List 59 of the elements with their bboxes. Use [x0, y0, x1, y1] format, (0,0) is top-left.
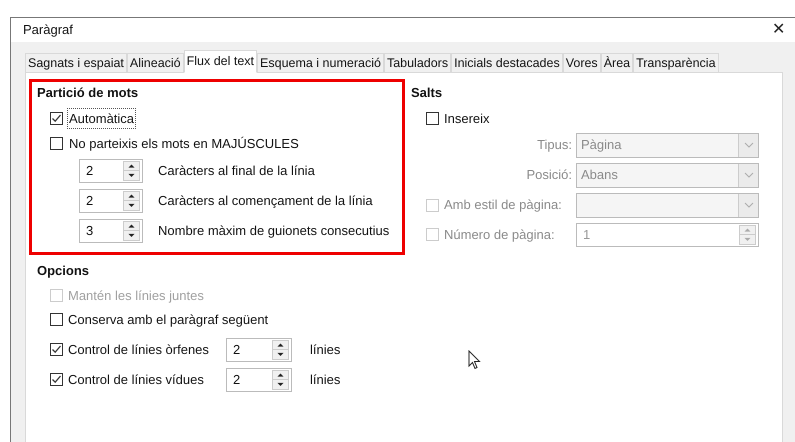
checkbox[interactable]: [50, 112, 63, 125]
tab[interactable]: Alineació: [126, 53, 184, 73]
field-label: Nombre màxim de guionets consecutius: [158, 222, 390, 240]
field-label: Tipus:: [537, 136, 572, 154]
number-field[interactable]: 2: [79, 188, 143, 212]
down-arrow-icon: [740, 234, 755, 244]
checkbox-label: Mantén les línies juntes: [68, 286, 204, 305]
section-heading: Partició de mots: [37, 84, 140, 102]
unit-label: línies: [310, 340, 340, 359]
checkbox-label: Control de línies vídues: [68, 370, 204, 389]
checkbox-label: Insereix: [444, 110, 490, 128]
tab[interactable]: Inicials destacades: [451, 53, 563, 73]
number-field[interactable]: 2: [226, 338, 292, 362]
tab[interactable]: Flux del text: [184, 50, 258, 73]
check-icon: [51, 113, 62, 124]
tab[interactable]: Vores: [562, 53, 601, 73]
number-field[interactable]: 2: [79, 158, 143, 182]
mouse-cursor-icon: [468, 350, 481, 370]
field-label: Posició:: [526, 166, 572, 184]
field-label: Caràcters al començament de la línia: [158, 192, 373, 210]
field-label: Caràcters al final de la línia: [158, 162, 315, 180]
close-button[interactable]: ✕: [772, 18, 785, 42]
spin-buttons[interactable]: [123, 190, 140, 210]
window-title: Paràgraf: [23, 21, 73, 40]
section-heading: Opcions: [37, 262, 90, 280]
tab[interactable]: Sagnats i espaiat: [25, 53, 127, 73]
down-arrow-icon: [124, 230, 139, 240]
spin-buttons[interactable]: [123, 160, 140, 180]
checkbox[interactable]: [426, 112, 439, 125]
checkbox[interactable]: [50, 343, 63, 356]
spin-buttons[interactable]: [123, 220, 140, 240]
tab[interactable]: Tabuladors: [384, 53, 452, 73]
checkbox-label: Amb estil de pàgina:: [444, 196, 562, 214]
number-field[interactable]: 2: [226, 368, 292, 392]
checkbox-label: No parteixis els mots en MAJÚSCULES: [68, 134, 300, 153]
tab[interactable]: Transparència: [633, 53, 719, 73]
tab[interactable]: Àrea: [600, 53, 634, 73]
checkbox-label: Número de pàgina:: [444, 226, 555, 244]
tab[interactable]: Esquema i numeració: [257, 53, 384, 73]
check-icon: [51, 344, 62, 355]
checkbox[interactable]: [50, 373, 63, 386]
chevron-down-icon: [744, 172, 754, 178]
checkbox-label: Control de línies òrfenes: [68, 340, 209, 359]
unit-label: línies: [310, 370, 340, 389]
chevron-down-icon: [744, 142, 754, 148]
checkbox-label: Conserva amb el paràgraf següent: [68, 310, 268, 329]
down-arrow-icon: [273, 349, 288, 358]
down-arrow-icon: [273, 379, 288, 388]
down-arrow-icon: [124, 170, 139, 180]
chevron-down-icon: [744, 202, 754, 208]
number-field[interactable]: 3: [79, 218, 143, 242]
spin-buttons[interactable]: [272, 370, 289, 390]
down-arrow-icon: [124, 200, 139, 210]
checkbox[interactable]: [50, 313, 63, 326]
checkbox[interactable]: [50, 137, 63, 150]
checkbox-label: Automàtica: [68, 108, 136, 128]
check-icon: [51, 374, 62, 385]
spin-buttons[interactable]: [272, 340, 289, 360]
section-heading: Salts: [411, 84, 444, 102]
